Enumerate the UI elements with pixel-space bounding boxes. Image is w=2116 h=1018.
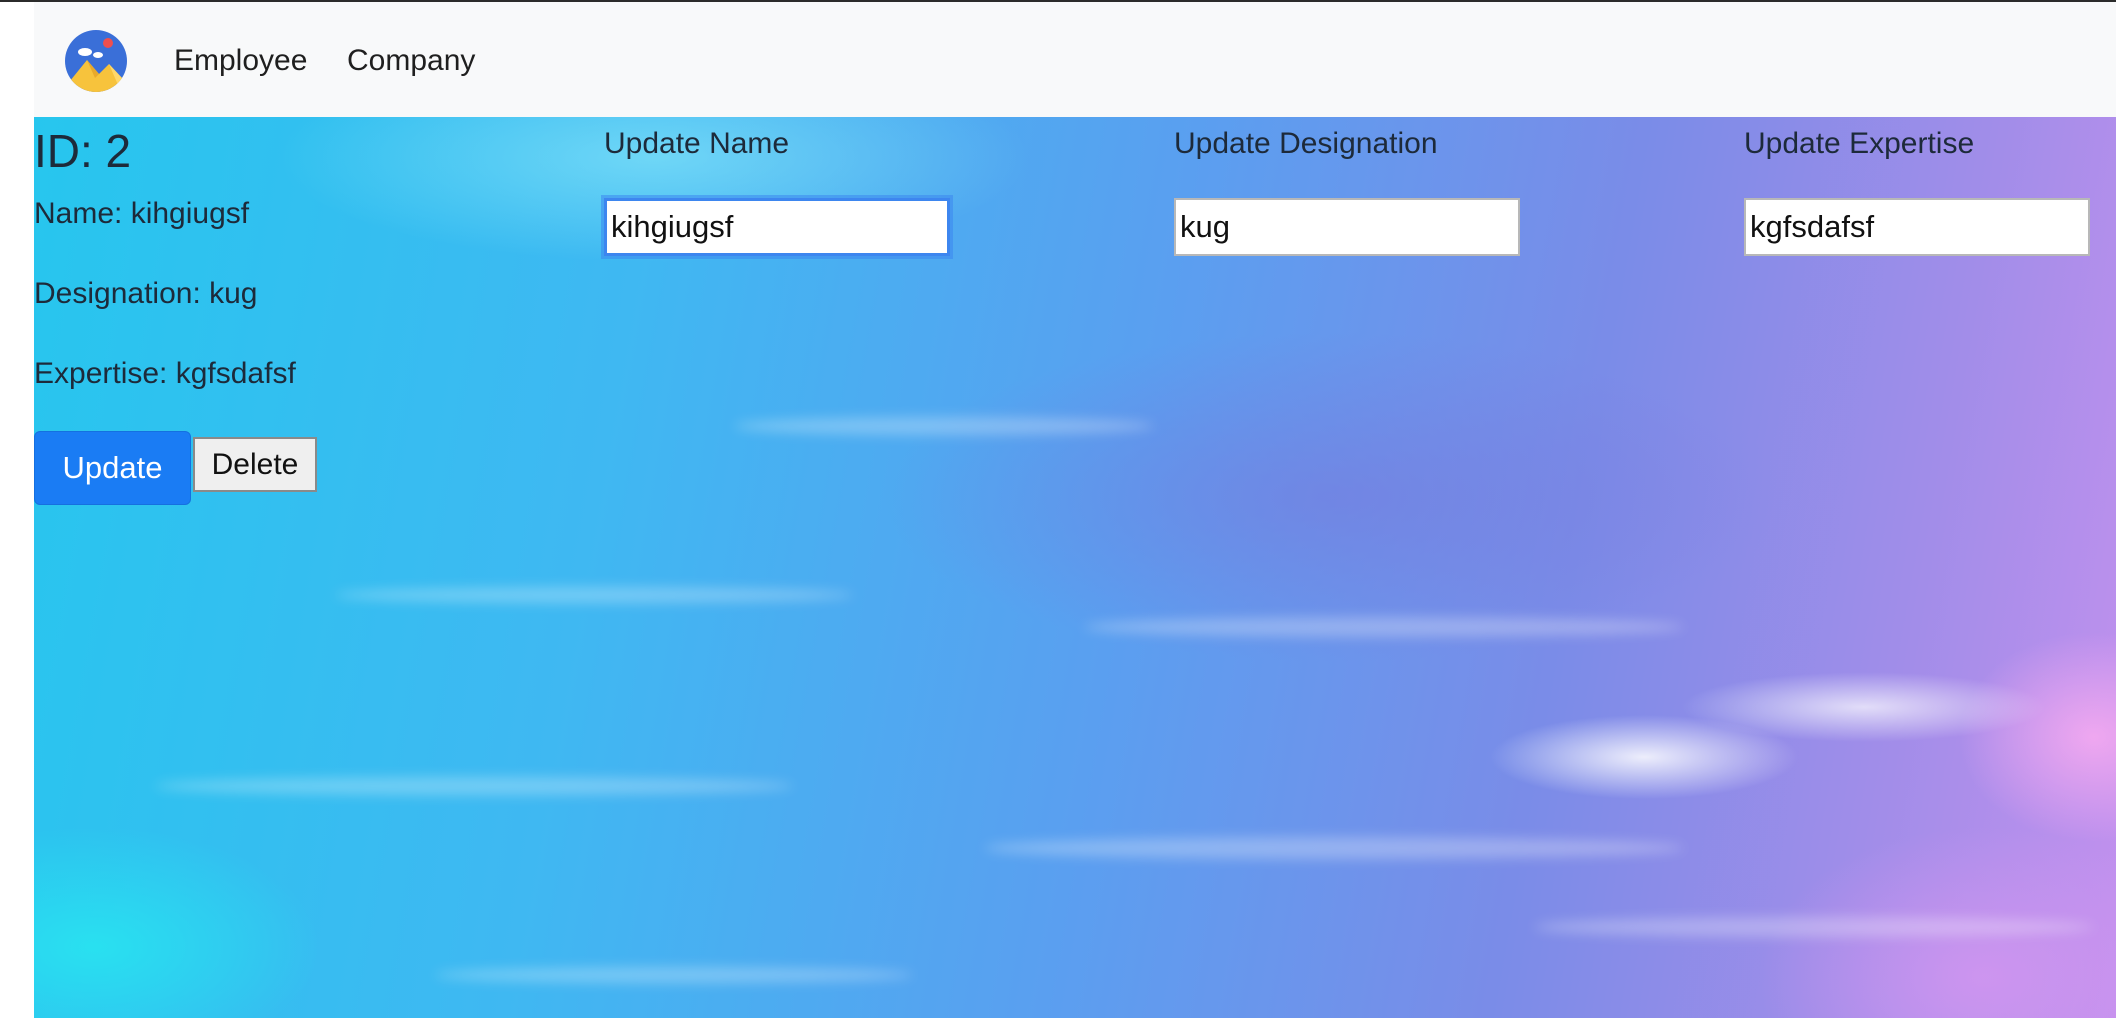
update-expertise-input[interactable] bbox=[1744, 198, 2090, 256]
update-designation-input[interactable] bbox=[1174, 198, 1520, 256]
page: Employee Company ID: 2 Name: kihgiugsf D… bbox=[34, 2, 2116, 1018]
delete-button[interactable]: Delete bbox=[193, 437, 317, 492]
water-ripple bbox=[1534, 917, 2094, 937]
update-name-label: Update Name bbox=[604, 127, 790, 160]
employee-expertise-text: Expertise: kgfsdafsf bbox=[34, 357, 296, 390]
water-ripple bbox=[434, 967, 914, 983]
nav-link-employee[interactable]: Employee bbox=[174, 42, 307, 80]
employee-name-text: Name: kihgiugsf bbox=[34, 197, 250, 230]
update-name-input[interactable] bbox=[604, 198, 950, 256]
employee-id-heading: ID: 2 bbox=[34, 125, 132, 177]
employee-designation-text: Designation: kug bbox=[34, 277, 258, 310]
navbar: Employee Company bbox=[34, 2, 2116, 117]
water-ripple bbox=[154, 777, 794, 795]
water-ripple bbox=[734, 417, 1154, 435]
update-designation-label: Update Designation bbox=[1174, 127, 1438, 160]
update-expertise-label: Update Expertise bbox=[1744, 127, 1975, 160]
update-button[interactable]: Update bbox=[34, 431, 191, 505]
mountain-sun-logo-icon[interactable] bbox=[65, 30, 127, 92]
nav-link-company[interactable]: Company bbox=[347, 42, 475, 80]
employee-detail-section: ID: 2 Name: kihgiugsf Designation: kug E… bbox=[34, 117, 2116, 1018]
water-ripple bbox=[984, 837, 1684, 859]
water-ripple bbox=[334, 587, 854, 603]
water-ripple bbox=[1084, 617, 1684, 637]
